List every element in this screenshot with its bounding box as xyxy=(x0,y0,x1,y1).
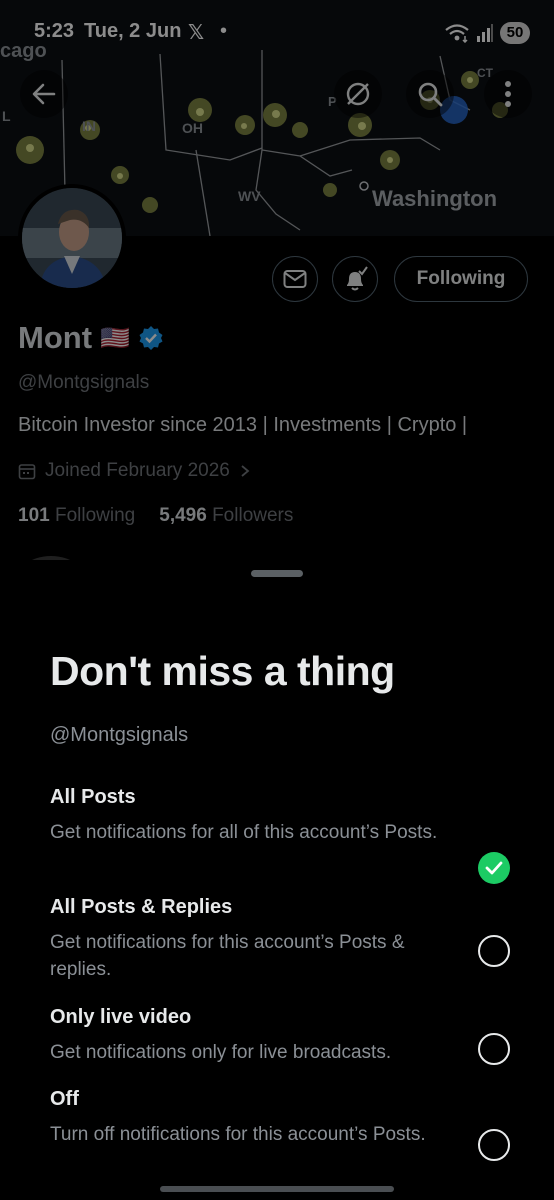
modal-scrim[interactable] xyxy=(0,0,554,600)
notification-settings-sheet: Don't miss a thing @Montgsignals All Pos… xyxy=(0,560,554,1200)
radio-button[interactable] xyxy=(478,1129,510,1161)
option-description: Get notifications for this account’s Pos… xyxy=(50,932,405,980)
sheet-drag-handle[interactable] xyxy=(251,570,303,577)
option-title: Off xyxy=(50,1088,79,1110)
option-title: All Posts & Replies xyxy=(50,896,233,918)
option-title: All Posts xyxy=(50,786,136,808)
option-description: Get notifications only for live broadcas… xyxy=(50,1042,392,1063)
option-all-posts[interactable]: All Posts Get notifications for all of t… xyxy=(50,786,510,884)
option-only-live-video[interactable]: Only live video Get notifications only f… xyxy=(50,1006,510,1066)
option-all-posts-replies[interactable]: All Posts & Replies Get notifications fo… xyxy=(50,896,510,983)
radio-selected-check-icon[interactable] xyxy=(478,852,510,884)
check-icon xyxy=(485,861,503,875)
option-off[interactable]: Off Turn off notifications for this acco… xyxy=(50,1088,510,1161)
option-title: Only live video xyxy=(50,1006,192,1028)
sheet-account-handle: @Montgsignals xyxy=(50,724,189,746)
option-description: Turn off notifications for this account’… xyxy=(50,1124,426,1145)
radio-button[interactable] xyxy=(478,1033,510,1065)
sheet-title: Don't miss a thing xyxy=(50,648,395,694)
option-description: Get notifications for all of this accoun… xyxy=(50,822,438,843)
gesture-nav-bar[interactable] xyxy=(160,1186,394,1192)
radio-button[interactable] xyxy=(478,935,510,967)
